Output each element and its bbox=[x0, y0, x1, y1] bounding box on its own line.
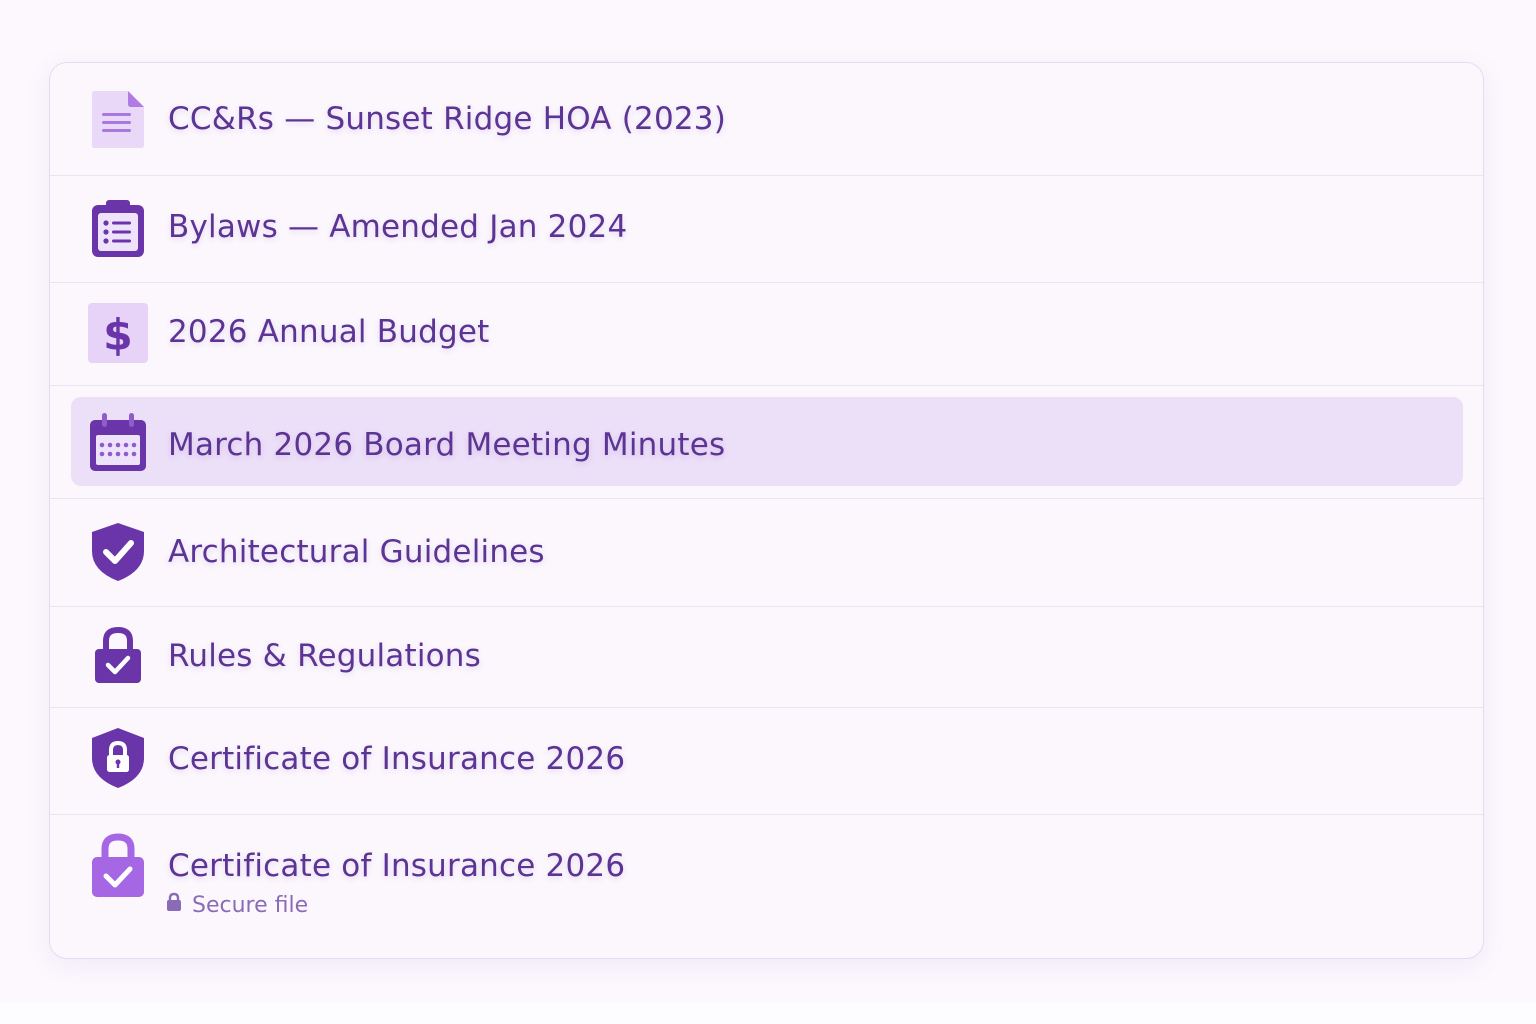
document-icon bbox=[88, 88, 148, 150]
document-title: Architectural Guidelines bbox=[168, 534, 545, 570]
lock-check-icon bbox=[88, 625, 148, 687]
list-item-ccrs[interactable]: CC&Rs — Sunset Ridge HOA (2023) bbox=[50, 63, 1483, 176]
list-item-budget[interactable]: $ 2026 Annual Budget bbox=[50, 282, 1483, 386]
document-title: CC&Rs — Sunset Ridge HOA (2023) bbox=[168, 101, 727, 137]
shield-lock-icon bbox=[88, 727, 148, 789]
document-title: Certificate of Insurance 2026 bbox=[168, 848, 626, 884]
lock-check-light-icon bbox=[88, 833, 148, 897]
clipboard-list-icon bbox=[88, 198, 148, 260]
shield-check-icon bbox=[88, 521, 148, 583]
secure-file-label: Secure file bbox=[192, 892, 309, 918]
list-item-insurance-certificate[interactable]: Certificate of Insurance 2026 bbox=[50, 707, 1483, 815]
list-item-board-minutes[interactable]: March 2026 Board Meeting Minutes bbox=[50, 385, 1483, 499]
document-title: Certificate of Insurance 2026 bbox=[168, 741, 626, 777]
document-title: Bylaws — Amended Jan 2024 bbox=[168, 209, 628, 245]
svg-text:$: $ bbox=[103, 310, 133, 360]
document-title: March 2026 Board Meeting Minutes bbox=[168, 427, 726, 463]
dollar-icon: $ bbox=[88, 302, 148, 364]
small-lock-icon bbox=[166, 892, 182, 918]
list-item-bylaws[interactable]: Bylaws — Amended Jan 2024 bbox=[50, 175, 1483, 283]
document-list: CC&Rs — Sunset Ridge HOA (2023) Bylaws —… bbox=[49, 62, 1484, 959]
secure-file-note: Secure file bbox=[166, 892, 308, 918]
page-footer-strip bbox=[0, 1002, 1536, 1024]
list-item-architectural-guidelines[interactable]: Architectural Guidelines bbox=[50, 498, 1483, 607]
list-item-insurance-certificate-secure[interactable]: Certificate of Insurance 2026 Secure fil… bbox=[50, 814, 1483, 958]
calendar-icon bbox=[88, 411, 148, 473]
list-item-rules-regulations[interactable]: Rules & Regulations bbox=[50, 606, 1483, 708]
document-title: Rules & Regulations bbox=[168, 638, 481, 674]
document-title: 2026 Annual Budget bbox=[168, 314, 490, 350]
